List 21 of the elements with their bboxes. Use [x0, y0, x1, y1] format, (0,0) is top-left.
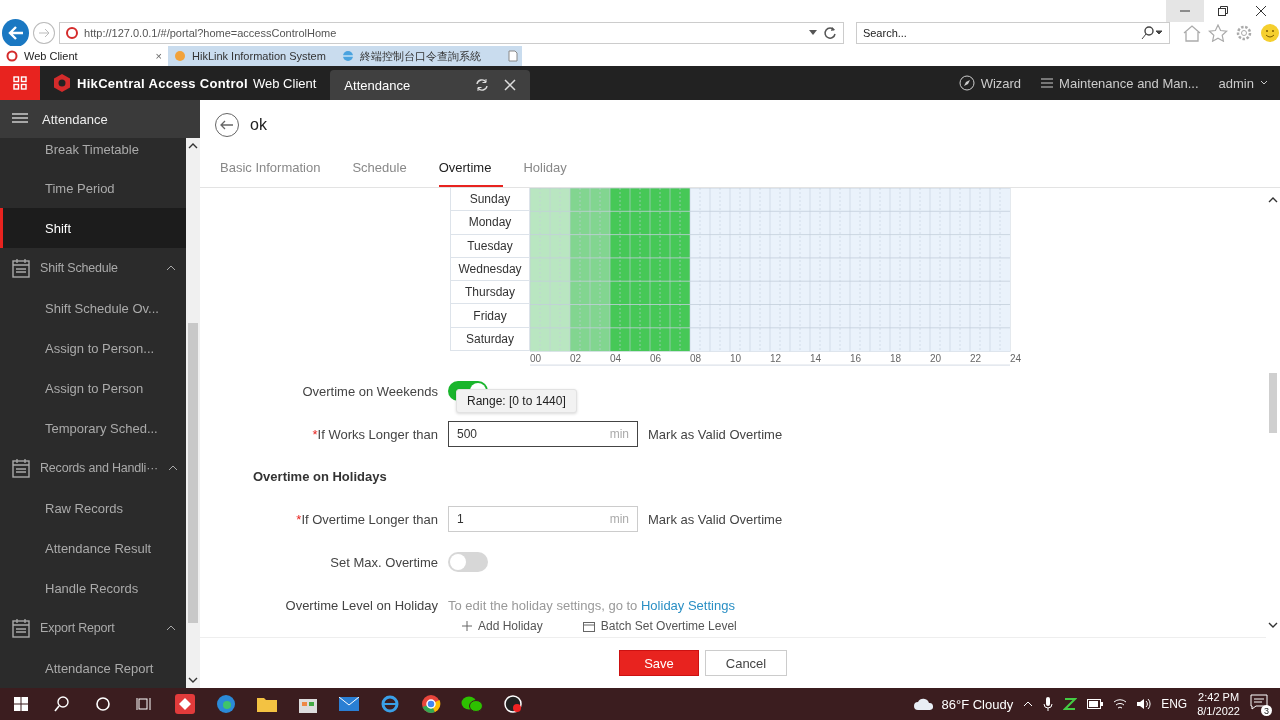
day-label: Thursday — [450, 281, 530, 305]
range-tooltip: Range: [0 to 1440] — [456, 389, 577, 414]
field-label: *If Works Longer than — [311, 426, 438, 442]
field-label: Set Max. Overtime — [329, 554, 438, 570]
day-label: Tuesday — [450, 234, 530, 258]
field-label: Overtime on Weekends — [301, 383, 438, 399]
day-label: Wednesday — [450, 257, 530, 282]
field-note: Mark as Valid Overtime — [648, 511, 783, 527]
day-label: Saturday — [450, 327, 530, 352]
day-label: Sunday — [450, 188, 530, 212]
field-label: *If Overtime Longer than — [295, 511, 438, 527]
section-heading: Overtime on Holidays — [253, 469, 388, 485]
day-label: Monday — [450, 211, 530, 235]
page-title: ok — [250, 116, 267, 134]
sidebar-title: Attendance — [42, 111, 108, 127]
field-label: Overtime Level on Holiday — [284, 598, 438, 614]
field-note: Mark as Valid Overtime — [648, 426, 783, 442]
day-label: Friday — [450, 304, 530, 328]
brand-name: HikCentral Access Control — [77, 75, 248, 91]
product-name: Web Client — [253, 75, 317, 91]
hint-text: To edit the holiday settings, go to Holiday Settings — [448, 598, 735, 614]
